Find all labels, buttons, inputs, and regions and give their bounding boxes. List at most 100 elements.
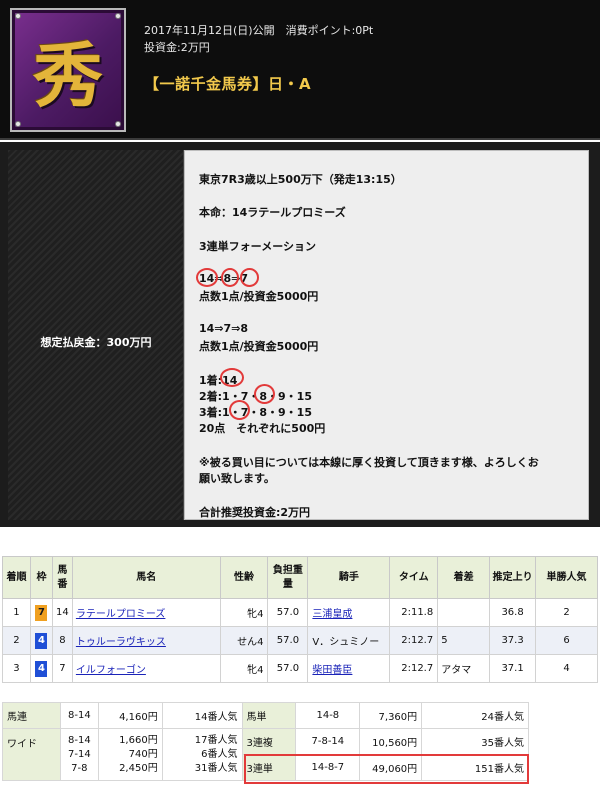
col-popularity: 単勝人気 [535,556,598,599]
formation-summary: 20点 それぞれに500円 [199,422,326,435]
horse-name-link[interactable]: イルフォーゴン [76,665,146,676]
horse-name-cell: イルフォーゴン [71,654,221,683]
logo: 秀 [10,8,126,132]
col-number: 馬番 [51,556,73,599]
race-info: 東京7R3歳以上500万下（発走13:15） [199,173,402,186]
circle-mark-third-7 [229,400,250,420]
header: 秀 2017年11月12日(日)公開 消費ポイント:0Pt 投資金:2万円 【一… [0,0,600,140]
payout-row: 馬連 8-14 4,160円 14番人気 馬単 14-8 7,360円 24番人… [2,702,529,729]
wide-combos: 8-14 7-14 7-8 [59,728,99,781]
col-time: タイム [389,556,439,599]
weight: 57.0 [267,626,309,655]
wide-amount: 740円 [128,748,158,760]
wide-amounts: 1,660円 740円 2,450円 [97,728,163,781]
sanrenpuku-combo: 7-8-14 [295,728,361,755]
waku-cell: 4 [29,654,53,683]
weight: 57.0 [267,598,309,627]
wide-amount: 2,450円 [119,762,158,774]
weight: 57.0 [267,654,309,683]
horse-number: 14 [51,598,73,627]
sanrenpuku-amount: 10,560円 [359,728,423,755]
bet-type: 3連単フォーメーション [199,240,316,253]
wide-popularity: 31番人気 [194,762,238,774]
col-last3f: 推定上り [489,556,537,599]
umatan-combo: 14-8 [295,702,361,729]
circle-mark-second-8 [254,384,275,404]
circle-mark-7 [240,268,259,287]
bet-line-2: 14⇒7⇒8 [199,322,249,335]
col-jockey: 騎手 [307,556,391,599]
bet-line-1-detail: 点数1点/投資金5000円 [199,290,319,303]
col-rank: 着順 [2,556,31,599]
col-horse-name: 馬名 [71,556,221,599]
publish-info: 2017年11月12日(日)公開 消費ポイント:0Pt [144,24,374,37]
investment-info: 投資金:2万円 [144,41,210,54]
popularity: 2 [535,598,598,627]
page-title: 【一諾千金馬券】日・A [144,75,312,93]
horse-name-link[interactable]: トゥルーラヴキッス [76,637,166,648]
margin: 5 [437,626,491,655]
time: 2:12.7 [389,654,439,683]
jockey-cell: 柴田善臣 [307,654,391,683]
col-weight: 負担重量 [267,556,309,599]
wide-label: ワイド [2,728,61,781]
payout-row: ワイド 8-14 7-14 7-8 1,660円 740円 2,450円 17番… [2,728,529,781]
wide-popularity: 17番人気 [194,734,238,746]
favorite-horse: 本命：14ラテールプロミーズ [199,206,346,219]
col-margin: 着差 [437,556,491,599]
rank: 2 [2,626,31,655]
jockey-cell: 三浦皇成 [307,598,391,627]
waku-badge: 4 [35,632,48,649]
circle-mark-14 [196,268,218,287]
wide-combo: 8-14 [67,734,91,746]
rivet-icon [15,13,21,19]
horse-number: 8 [51,626,73,655]
wide-popularity: 6番人気 [201,748,238,760]
popularity: 6 [535,626,598,655]
col-sex-age: 性齢 [219,556,269,599]
sex-age: 牝4 [219,654,269,683]
waku-cell: 4 [29,626,53,655]
umaren-amount: 4,160円 [97,702,163,729]
horse-name-cell: トゥルーラヴキッス [71,626,221,655]
waku-badge: 7 [35,604,48,621]
third-place-picks: 3着:1・7・8・9・15 [199,406,312,419]
umatan-amount: 7,360円 [359,702,423,729]
margin: アタマ [437,654,491,683]
table-row: 1 7 14 ラテールプロミーズ 牝4 57.0 三浦皇成 2:11.8 36.… [2,598,598,627]
time: 2:11.8 [389,598,439,627]
prediction-panel: 想定払戻金：300万円 東京7R3歳以上500万下（発走13:15） 本命：14… [0,142,600,527]
circle-mark-8 [221,268,239,287]
rank: 3 [2,654,31,683]
umatan-popularity: 24番人気 [421,702,529,729]
margin [437,598,491,627]
wide-popularities: 17番人気 6番人気 31番人気 [161,728,243,781]
jockey-link[interactable]: 柴田善臣 [312,665,352,676]
circle-mark-first-14 [220,368,244,387]
note-line-2: 願い致します。 [199,472,275,485]
waku-badge: 4 [35,660,48,677]
sex-age: せん4 [219,626,269,655]
last3f: 36.8 [489,598,537,627]
prediction-content: 東京7R3歳以上500万下（発走13:15） 本命：14ラテールプロミーズ 3連… [184,150,589,520]
popularity: 4 [535,654,598,683]
jockey-link[interactable]: 三浦皇成 [312,609,352,620]
umaren-popularity: 14番人気 [161,702,243,729]
sex-age: 牝4 [219,598,269,627]
payout-side-box: 想定払戻金：300万円 [8,150,184,520]
sanrenpuku-label: 3連複 [241,728,297,755]
time: 2:12.7 [389,626,439,655]
sanrenpuku-popularity: 35番人気 [421,728,529,755]
wide-combo: 7-8 [71,762,88,774]
rivet-icon [15,121,21,127]
result-header-row: 着順 枠 馬番 馬名 性齢 負担重量 騎手 タイム 着差 推定上り 単勝人気 [2,556,598,599]
rank: 1 [2,598,31,627]
umaren-label: 馬連 [2,702,61,729]
wide-amount: 1,660円 [119,734,158,746]
waku-cell: 7 [29,598,53,627]
bet-line-2-detail: 点数1点/投資金5000円 [199,340,319,353]
logo-character: 秀 [33,34,103,117]
jockey-name: V．シュミノー [307,626,391,655]
rivet-icon [115,121,121,127]
horse-name-link[interactable]: ラテールプロミーズ [76,609,166,620]
